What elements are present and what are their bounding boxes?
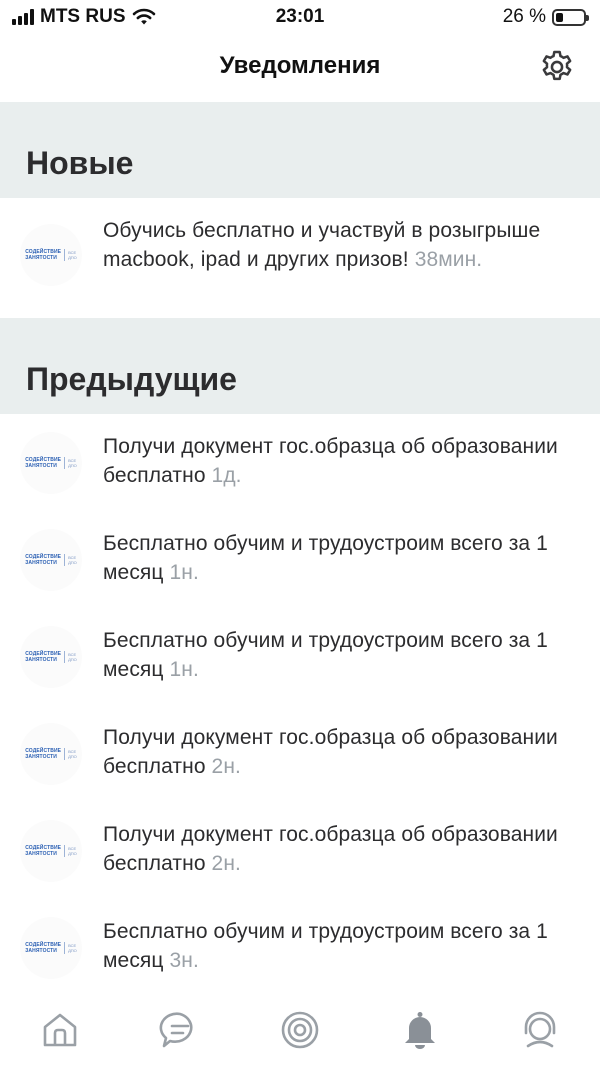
notification-time: 3н. bbox=[169, 949, 199, 972]
sender-logo: СОДЕЙСТВИЕ ЗАНЯТОСТИ ВСЕ ДПО bbox=[20, 723, 82, 785]
sender-logo: СОДЕЙСТВИЕ ЗАНЯТОСТИ ВСЕ ДПО bbox=[20, 224, 82, 286]
notification-text: Получи документ гос.образца об образован… bbox=[103, 432, 583, 490]
sender-logo: СОДЕЙСТВИЕ ЗАНЯТОСТИ ВСЕ ДПО bbox=[20, 820, 82, 882]
sender-logo: СОДЕЙСТВИЕ ЗАНЯТОСТИ ВСЕ ДПО bbox=[20, 529, 82, 591]
target-icon[interactable] bbox=[278, 1008, 322, 1052]
notification-text: Бесплатно обучим и трудоустроим всего за… bbox=[103, 529, 583, 587]
notification-time: 2н. bbox=[211, 852, 241, 875]
notification-time: 38мин. bbox=[414, 248, 483, 271]
notification-item[interactable]: СОДЕЙСТВИЕ ЗАНЯТОСТИ ВСЕ ДПО Бесплатно обу… bbox=[0, 511, 600, 608]
sender-logo: СОДЕЙСТВИЕ ЗАНЯТОСТИ ВСЕ ДПО bbox=[20, 432, 82, 494]
gear-icon[interactable] bbox=[538, 48, 576, 86]
notification-time: 2н. bbox=[211, 755, 241, 778]
notification-message: Получи документ гос.образца об образован… bbox=[103, 726, 558, 778]
notification-item[interactable]: СОДЕЙСТВИЕ ЗАНЯТОСТИ ВСЕ ДПО Получи докуме… bbox=[0, 705, 600, 802]
section-title-new: Новые bbox=[26, 145, 134, 181]
status-bar: MTS RUS 23:01 26 % bbox=[0, 0, 600, 34]
tab-bar bbox=[0, 1000, 600, 1066]
notification-item[interactable]: СОДЕЙСТВИЕ ЗАНЯТОСТИ ВСЕ ДПО Бесплатно обу… bbox=[0, 899, 600, 996]
notification-text: Бесплатно обучим и трудоустроим всего за… bbox=[103, 917, 583, 975]
section-title-previous: Предыдущие bbox=[26, 361, 237, 397]
home-icon[interactable] bbox=[38, 1008, 82, 1052]
page-title: Уведомления bbox=[219, 52, 381, 79]
support-icon[interactable] bbox=[518, 1008, 562, 1052]
battery-icon bbox=[552, 8, 589, 26]
sender-logo: СОДЕЙСТВИЕ ЗАНЯТОСТИ ВСЕ ДПО bbox=[20, 626, 82, 688]
sender-logo: СОДЕЙСТВИЕ ЗАНЯТОСТИ ВСЕ ДПО bbox=[20, 917, 82, 979]
battery-level bbox=[556, 12, 563, 22]
notification-text: Бесплатно обучим и трудоустроим всего за… bbox=[103, 626, 583, 684]
notification-time: 1н. bbox=[169, 561, 199, 584]
notification-time: 1д. bbox=[211, 464, 242, 487]
notification-item[interactable]: СОДЕЙСТВИЕ ЗАНЯТОСТИ ВСЕ ДПО Обучись беспл… bbox=[0, 198, 600, 318]
notification-message: Получи документ гос.образца об образован… bbox=[103, 435, 558, 487]
notification-item[interactable]: СОДЕЙСТВИЕ ЗАНЯТОСТИ ВСЕ ДПО Получи докуме… bbox=[0, 414, 600, 511]
notification-text: Обучись бесплатно и участвуй в розыгрыше… bbox=[103, 216, 583, 274]
chat-icon[interactable] bbox=[158, 1008, 202, 1052]
nav-bar: Уведомления bbox=[0, 34, 600, 102]
notification-message: Получи документ гос.образца об образован… bbox=[103, 823, 558, 875]
notification-item[interactable]: СОДЕЙСТВИЕ ЗАНЯТОСТИ ВСЕ ДПО Бесплатно обу… bbox=[0, 608, 600, 705]
battery-percent: 26 % bbox=[502, 6, 546, 27]
notification-time: 1н. bbox=[169, 658, 199, 681]
section-header-previous: Предыдущие bbox=[0, 318, 600, 414]
battery-cap bbox=[586, 14, 589, 21]
notification-text: Получи документ гос.образца об образован… bbox=[103, 723, 583, 781]
bell-icon[interactable] bbox=[398, 1008, 442, 1052]
section-header-new: Новые bbox=[0, 102, 600, 198]
status-right: 26 % bbox=[502, 6, 589, 28]
notification-item[interactable]: СОДЕЙСТВИЕ ЗАНЯТОСТИ ВСЕ ДПО Получи докуме… bbox=[0, 802, 600, 899]
notification-text: Получи документ гос.образца об образован… bbox=[103, 820, 583, 878]
